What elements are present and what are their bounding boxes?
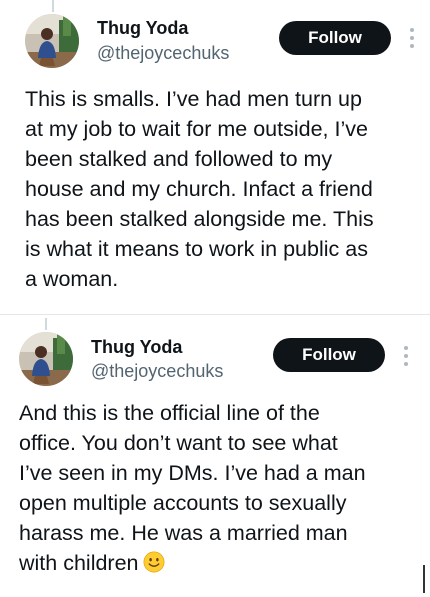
avatar[interactable] xyxy=(25,14,79,68)
scrollbar-thumb[interactable] xyxy=(423,565,425,593)
display-name[interactable]: Thug Yoda xyxy=(97,17,188,39)
tweet-text-line: This is smalls. I’ve had men turn up xyxy=(25,87,362,111)
avatar[interactable] xyxy=(19,332,73,386)
follow-button[interactable]: Follow xyxy=(279,21,391,55)
tweet-text-line: house and my church. Infact a friend xyxy=(25,177,373,201)
tweet-text-line: at my job to wait for me outside, I’ve xyxy=(25,117,368,141)
tweet-text-line: And this is the official line of the xyxy=(19,401,320,425)
slightly-smiling-face-icon xyxy=(143,551,164,573)
follow-button[interactable]: Follow xyxy=(273,338,385,372)
thread-connector-line xyxy=(45,318,47,330)
tweet-text-line: open multiple accounts to sexually xyxy=(19,491,347,515)
tweet-card[interactable]: Thug Yoda @thejoycechuks Follow And this… xyxy=(0,316,430,597)
tweet-text-line: harass me. He was a married man xyxy=(19,521,348,545)
tweet-text-line-with-emoji: with children xyxy=(19,548,366,578)
thread-connector-line xyxy=(52,0,54,12)
tweet-card[interactable]: Thug Yoda @thejoycechuks Follow This is … xyxy=(0,0,430,314)
tweet-text-line: office. You don’t want to see what xyxy=(19,431,338,455)
tweet-text: This is smalls. I’ve had men turn up at … xyxy=(25,84,374,294)
tweet-text-line: been stalked and followed to my xyxy=(25,147,333,171)
avatar-photo-icon xyxy=(25,14,79,68)
display-name[interactable]: Thug Yoda xyxy=(91,336,182,358)
tweet-text-line: with children xyxy=(19,551,139,575)
tweet-divider xyxy=(0,314,430,315)
avatar-photo-icon xyxy=(19,332,73,386)
user-handle[interactable]: @thejoycechuks xyxy=(91,360,223,382)
tweet-text-line: has been stalked alongside me. This xyxy=(25,207,374,231)
user-handle[interactable]: @thejoycechuks xyxy=(97,42,229,64)
tweet-text: And this is the official line of the off… xyxy=(19,398,366,578)
tweet-text-line: a woman. xyxy=(25,267,119,291)
more-options-icon[interactable] xyxy=(409,28,415,48)
tweet-text-line: is what it means to work in public as xyxy=(25,237,368,261)
tweet-text-line: I’ve seen in my DMs. I’ve had a man xyxy=(19,461,366,485)
more-options-icon[interactable] xyxy=(403,346,409,366)
